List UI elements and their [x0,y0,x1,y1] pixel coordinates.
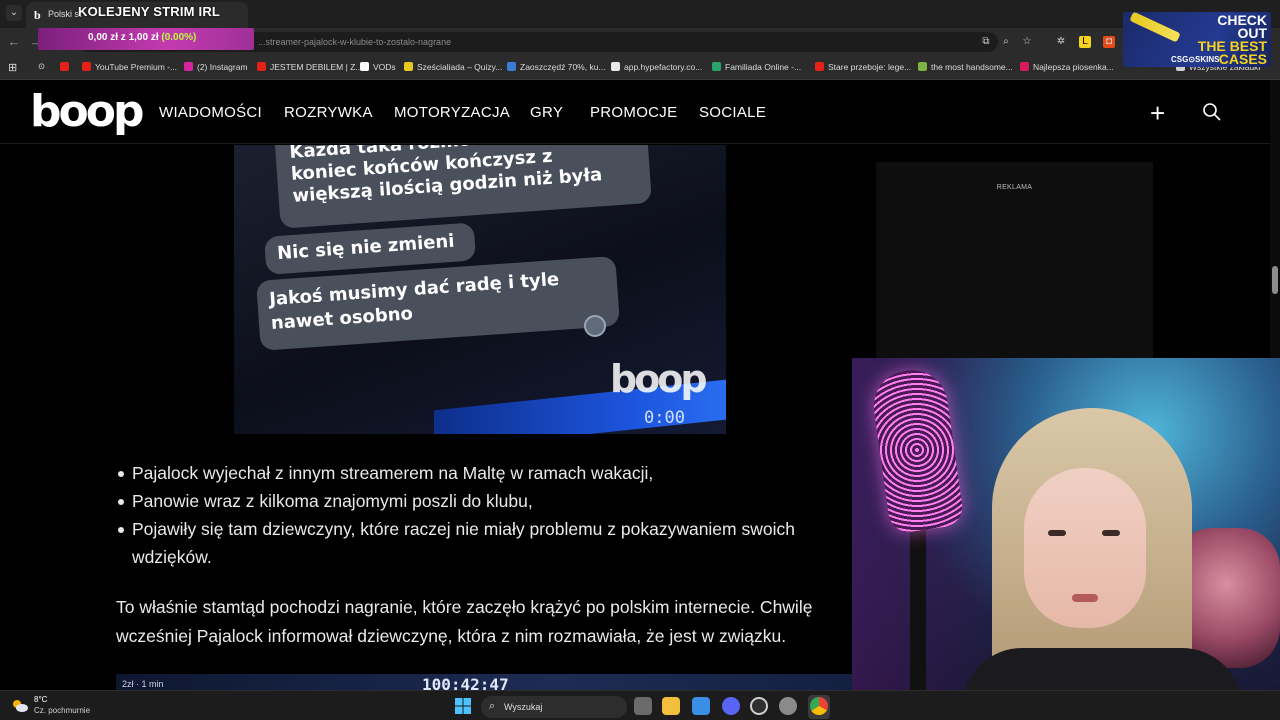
knife-icon [1129,12,1181,43]
bookmark-star-icon[interactable]: ☆ [1021,36,1033,48]
stream-overlay-title: KOLEJENY STRIM IRL [78,4,221,19]
bookmark-label: app.hypefactory.co... [624,62,703,72]
bookmark-item[interactable]: the most handsome... [918,62,1013,72]
store-icon[interactable] [692,697,710,715]
bookmark-youtube-icon[interactable] [60,62,73,72]
nav-item-rozrywka[interactable]: ROZRYWKA [284,104,373,121]
article-paragraph: To właśnie stamtąd pochodzi nagranie, kt… [116,597,813,646]
weather-temperature[interactable]: 8°C [34,695,47,704]
boop-favicon-icon: b [34,8,41,22]
bookmark-item[interactable]: JESTEM DEBILEM | Z... [257,62,362,72]
search-icon[interactable] [1202,102,1222,122]
extension-icon[interactable]: ✲ [1055,36,1067,48]
promo-line: CASES [1218,51,1267,67]
article-image: Każda taka rozmo… bezcelowa bo koniec ko… [234,145,726,434]
streamer-face [1024,468,1146,628]
windows-taskbar: 8°C Cz. pochmurnie ⌕ Wyszukaj [0,690,1280,720]
promo-line: CHECK OUT [1217,12,1267,41]
nav-item-sociale[interactable]: SOCIALE [699,104,766,121]
site-logo[interactable]: boop [30,86,144,137]
list-item: Pajalock wyjechał z innym streamerem na … [114,459,844,487]
promo-brand: CSG⊙SKINS [1171,55,1220,64]
emoji-reaction-icon [584,315,606,337]
list-item: Pojawiły się tam dziewczyny, które racze… [114,515,844,571]
cloudy-weather-icon[interactable] [11,698,29,714]
bookmark-item[interactable]: Stare przeboje: lege... [815,62,911,72]
extension-red-icon[interactable]: ◘ [1103,36,1115,48]
bookmark-item[interactable]: Familiada Online -... [712,62,801,72]
task-view-icon[interactable] [634,697,652,715]
nav-item-wiadomosci[interactable]: WIADOMOŚCI [159,104,262,121]
bookmark-label: Zaoszczędź 70%, ku... [520,62,606,72]
bookmark-item[interactable]: (2) Instagram [184,62,248,72]
next-image-caption: 2zł · 1 min [122,679,164,689]
bookmark-item[interactable]: VODs [360,62,396,72]
bookmark-item[interactable]: Zaoszczędź 70%, ku... [507,62,606,72]
obs-icon[interactable] [750,697,768,715]
bookmark-github-icon[interactable]: ⊙ [38,61,45,72]
taskbar-search-box[interactable]: ⌕ Wyszukaj [481,696,627,718]
article-bullet-list: Pajalock wyjechał z innym streamerem na … [114,459,844,571]
bookmark-label: JESTEM DEBILEM | Z... [270,62,363,72]
install-app-icon[interactable]: ⧉ [980,36,992,48]
plus-icon[interactable]: + [1150,98,1165,129]
zoom-icon[interactable]: ⌕ [1000,36,1012,48]
bookmark-label: (2) Instagram [197,62,248,72]
webcam-overlay [852,358,1280,720]
bookmark-label: Najlepsza piosenka... [1033,62,1114,72]
donation-goal-overlay: 0,00 zł z 1,00 zł (0.00%) [38,28,254,50]
streamer-eye [1048,530,1066,536]
bookmark-label: Familiada Online -... [725,62,802,72]
site-header: boop WIADOMOŚCI ROZRYWKA MOTORYZACJA GRY… [0,80,1270,144]
audio-time: 0:00 [644,408,685,428]
extension-l-icon[interactable]: L [1079,36,1091,48]
ad-label: REKLAMA [996,184,1033,191]
next-image-timestamp: 100:42:47 [422,675,509,690]
nav-item-motoryzacja[interactable]: MOTORYZACJA [394,104,510,121]
bookmarks-bar: ⊞ ⊙ YouTube Premium -... (2) Instagram J… [0,56,1280,80]
promo-banner[interactable]: CHECK OUT THE BEST CASES CSG⊙SKINS [1123,12,1271,67]
image-watermark: boop [610,357,708,401]
donation-amount: 0,00 zł z 1,00 zł [88,32,162,43]
streamer-eye [1102,530,1120,536]
bookmark-label: YouTube Premium -... [95,62,178,72]
file-explorer-icon[interactable] [662,697,680,715]
donation-goal-text: 0,00 zł z 1,00 zł (0.00%) [88,32,196,43]
nav-item-gry[interactable]: GRY [530,104,563,121]
back-arrow-icon[interactable]: ← [6,34,22,50]
weather-description[interactable]: Cz. pochmurnie [34,706,90,715]
streamer-mouth [1072,594,1098,602]
search-icon: ⌕ [489,700,496,712]
sidebar-ad[interactable]: REKLAMA [876,162,1153,358]
discord-icon[interactable] [722,697,740,715]
list-item: Panowie wraz z kilkoma znajomymi poszli … [114,487,844,515]
apps-grid-icon[interactable]: ⊞ [8,61,17,74]
donation-percent: (0.00%) [161,32,197,43]
bookmark-label: Stare przeboje: lege... [828,62,912,72]
settings-gear-icon[interactable] [779,697,797,715]
chat-bubble: Każda taka rozmo… bezcelowa bo koniec ko… [274,145,652,229]
bookmark-item[interactable]: app.hypefactory.co... [611,62,702,72]
scrollbar-thumb[interactable] [1272,266,1278,294]
bookmark-label: VODs [373,62,396,72]
article-next-image: 2zł · 1 min 100:42:47 [116,674,852,690]
bookmark-item[interactable]: Najlepsza piosenka... [1020,62,1114,72]
chrome-icon[interactable] [810,697,828,715]
bookmark-item[interactable]: Sześcialiada – Quizy... [404,62,502,72]
bookmark-label: Sześcialiada – Quizy... [417,62,503,72]
tab-title: Polski st [48,9,82,19]
windows-start-icon[interactable] [455,698,471,714]
tab-search-menu-icon[interactable]: ⌄ [6,5,22,21]
bookmark-label: the most handsome... [931,62,1013,72]
url-text: ...streamer-pajalock-w-klubie-to-zostalo… [258,37,452,47]
browser-tab-bar: ⌄ b Polski st KOLEJENY STRIM IRL [0,0,1280,28]
taskbar-search-placeholder: Wyszukaj [504,702,543,712]
bookmark-item[interactable]: YouTube Premium -... [82,62,177,72]
nav-item-promocje[interactable]: PROMOCJE [590,104,677,121]
